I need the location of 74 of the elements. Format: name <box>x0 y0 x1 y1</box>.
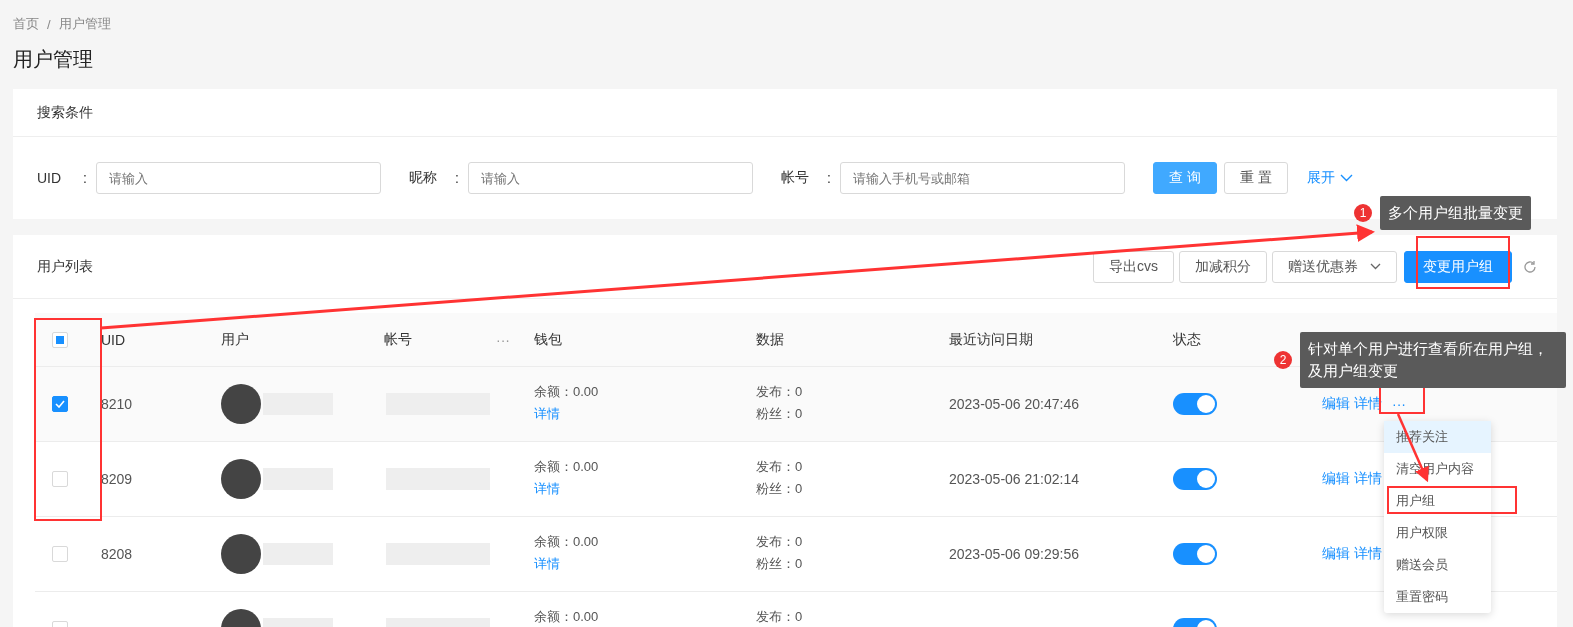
input-field[interactable]: 请输入 <box>96 162 381 194</box>
chevron-down-icon <box>1370 263 1381 270</box>
column-header: 钱包 <box>534 330 562 349</box>
menu-item[interactable]: 重置密码 <box>1384 581 1491 613</box>
balance-text: 余额：0.00 <box>534 458 599 476</box>
fans-text: 粉丝：0 <box>756 480 803 498</box>
field-label: 帐号 <box>781 169 810 187</box>
card-title: 用户列表 <box>37 257 93 276</box>
column-header: 最近访问日期 <box>949 330 1033 349</box>
posts-text: 发布：0 <box>756 383 803 401</box>
column-header: 帐号 <box>384 330 412 349</box>
status-switch[interactable] <box>1173 468 1217 490</box>
input-field[interactable]: 请输入 <box>468 162 753 194</box>
avatar <box>221 384 261 424</box>
colon: : <box>83 170 88 186</box>
breadcrumb-item: 用户管理 <box>58 15 111 33</box>
wallet-detail-link[interactable]: 详情 <box>534 480 560 498</box>
fans-text: 粉丝：0 <box>756 405 803 423</box>
action-link[interactable]: 编辑 <box>1322 395 1350 413</box>
wallet-detail-link[interactable]: 详情 <box>534 405 560 423</box>
breadcrumb-separator: / <box>47 16 51 32</box>
page-title: 用户管理 <box>13 47 94 72</box>
date-text: 2023-05-06 21:02:14 <box>949 471 1079 487</box>
annotation-tooltip: 多个用户组批量变更 <box>1380 196 1531 230</box>
balance-text: 余额：0.00 <box>534 533 599 551</box>
posts-text: 发布：0 <box>756 458 803 476</box>
chevron-down-icon <box>1339 174 1353 182</box>
refresh-icon[interactable] <box>1523 259 1537 274</box>
action-link[interactable]: 编辑 <box>1322 545 1350 563</box>
select-all-checkbox[interactable] <box>52 331 68 348</box>
colon: : <box>827 170 832 186</box>
avatar <box>221 459 261 499</box>
toolbar-button[interactable]: 变更用户组 <box>1404 250 1512 283</box>
annotation-tooltip: 针对单个用户进行查看所在用户组，及用户组变更 <box>1300 332 1566 388</box>
action-link[interactable]: 详情 <box>1354 545 1382 563</box>
date-text: 2023-05-06 09:29:56 <box>949 546 1079 562</box>
uid-text: 8209 <box>101 471 133 487</box>
column-header: 状态 <box>1173 330 1201 349</box>
toolbar-button[interactable]: 赠送优惠券 <box>1272 250 1397 283</box>
menu-item[interactable]: 用户权限 <box>1384 517 1491 549</box>
balance-text: 余额：0.00 <box>534 383 599 401</box>
status-switch[interactable] <box>1173 393 1217 415</box>
uid-text: 8210 <box>101 396 133 412</box>
more-button[interactable]: ··· <box>1386 396 1412 412</box>
expand-link[interactable]: 展开 <box>1306 169 1335 187</box>
check-icon <box>55 400 65 408</box>
action-link[interactable]: 详情 <box>1354 470 1382 488</box>
field-label: UID <box>37 170 63 186</box>
status-switch[interactable] <box>1173 543 1217 565</box>
avatar <box>221 534 261 574</box>
breadcrumb-item[interactable]: 首页 <box>13 15 39 33</box>
field-label: 昵称 <box>409 169 438 187</box>
column-header: UID <box>101 331 126 348</box>
menu-item[interactable]: 赠送会员 <box>1384 549 1491 581</box>
search-button[interactable]: 重 置 <box>1223 162 1288 194</box>
posts-text: 发布：0 <box>756 608 803 626</box>
posts-text: 发布：0 <box>756 533 803 551</box>
fans-text: 粉丝：0 <box>756 555 803 573</box>
toolbar-button[interactable]: 导出cvs <box>1093 250 1174 283</box>
colon: : <box>455 170 460 186</box>
wallet-detail-link[interactable]: 详情 <box>534 555 560 573</box>
input-field[interactable]: 请输入手机号或邮箱 <box>840 162 1125 194</box>
column-header: 用户 <box>221 330 249 349</box>
action-link[interactable]: 编辑 <box>1322 470 1350 488</box>
menu-item[interactable]: 用户组 <box>1384 485 1491 517</box>
column-header: 数据 <box>756 330 784 349</box>
search-button[interactable]: 查 询 <box>1153 162 1217 194</box>
row-checkbox[interactable] <box>52 396 68 412</box>
balance-text: 余额：0.00 <box>534 608 599 626</box>
card-title: 搜索条件 <box>37 103 93 122</box>
column-menu-button[interactable]: ··· <box>496 331 510 348</box>
toolbar-button[interactable]: 加减积分 <box>1179 250 1267 283</box>
date-text: 2023-05-06 20:47:46 <box>949 396 1079 412</box>
uid-text: 8208 <box>101 546 133 562</box>
